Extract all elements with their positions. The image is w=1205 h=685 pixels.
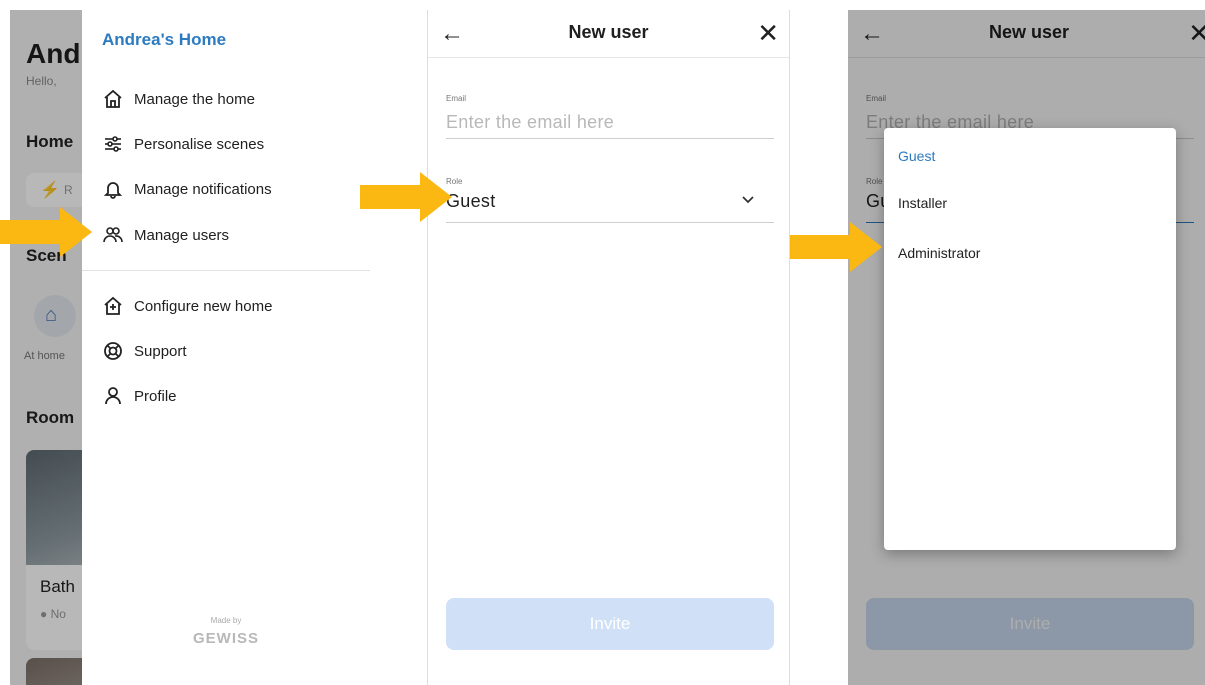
menu-item-manage-home[interactable]: Manage the home bbox=[102, 84, 255, 114]
navigation-drawer: Andrea's Home Manage the home Personalis… bbox=[82, 10, 370, 685]
role-underline bbox=[446, 222, 774, 223]
email-underline bbox=[446, 138, 774, 139]
menu-item-manage-users[interactable]: Manage users bbox=[102, 220, 229, 250]
role-select[interactable]: Guest bbox=[446, 191, 496, 212]
drawer-divider bbox=[82, 270, 370, 271]
menu-item-label: Profile bbox=[134, 387, 177, 405]
add-home-icon bbox=[102, 295, 124, 317]
menu-item-configure-new-home[interactable]: Configure new home bbox=[102, 291, 272, 321]
invite-button[interactable]: Invite bbox=[446, 598, 774, 650]
pointer-arrow-icon bbox=[790, 222, 882, 272]
drawer-home-title: Andrea's Home bbox=[102, 30, 227, 49]
menu-item-label: Configure new home bbox=[134, 297, 273, 315]
page-title: New user bbox=[568, 22, 649, 42]
pointer-arrow-icon bbox=[0, 207, 92, 257]
menu-item-label: Support bbox=[134, 342, 187, 360]
role-dropdown-menu: Guest Installer Administrator bbox=[884, 128, 1176, 550]
role-option-administrator[interactable]: Administrator bbox=[898, 245, 980, 261]
email-label: Email bbox=[446, 94, 467, 103]
users-icon bbox=[102, 224, 124, 246]
new-user-screen: ← New user ✕ Email Enter the email here … bbox=[427, 10, 790, 685]
lifebuoy-icon bbox=[102, 340, 124, 362]
new-user-role-menu-screen: ← New user ✕ Email Enter the email here … bbox=[848, 10, 1205, 685]
sliders-icon bbox=[102, 133, 124, 155]
close-icon[interactable]: ✕ bbox=[757, 18, 779, 49]
chevron-down-icon[interactable] bbox=[742, 191, 754, 207]
app-bar: ← New user ✕ bbox=[428, 10, 789, 58]
bell-icon bbox=[102, 178, 124, 200]
menu-item-label: Manage notifications bbox=[134, 180, 272, 198]
role-option-installer[interactable]: Installer bbox=[898, 195, 947, 211]
role-option-guest[interactable]: Guest bbox=[898, 148, 935, 164]
menu-item-label: Personalise scenes bbox=[134, 135, 265, 153]
menu-item-support[interactable]: Support bbox=[102, 336, 187, 366]
menu-item-manage-notifications[interactable]: Manage notifications bbox=[102, 174, 272, 204]
menu-item-label: Manage users bbox=[134, 226, 230, 244]
home-screen-with-drawer: And Hello, Home ⚡ R Scen ⌂ At home Room … bbox=[10, 10, 370, 685]
menu-item-label: Manage the home bbox=[134, 90, 255, 108]
user-icon bbox=[102, 385, 124, 407]
email-field[interactable]: Enter the email here bbox=[446, 112, 614, 133]
home-icon bbox=[102, 88, 124, 110]
menu-item-profile[interactable]: Profile bbox=[102, 381, 177, 411]
brand-logo: GEWISS bbox=[192, 630, 259, 647]
pointer-arrow-icon bbox=[360, 172, 452, 222]
menu-item-personalise-scenes[interactable]: Personalise scenes bbox=[102, 129, 264, 159]
made-by-text: Made by bbox=[210, 616, 242, 625]
